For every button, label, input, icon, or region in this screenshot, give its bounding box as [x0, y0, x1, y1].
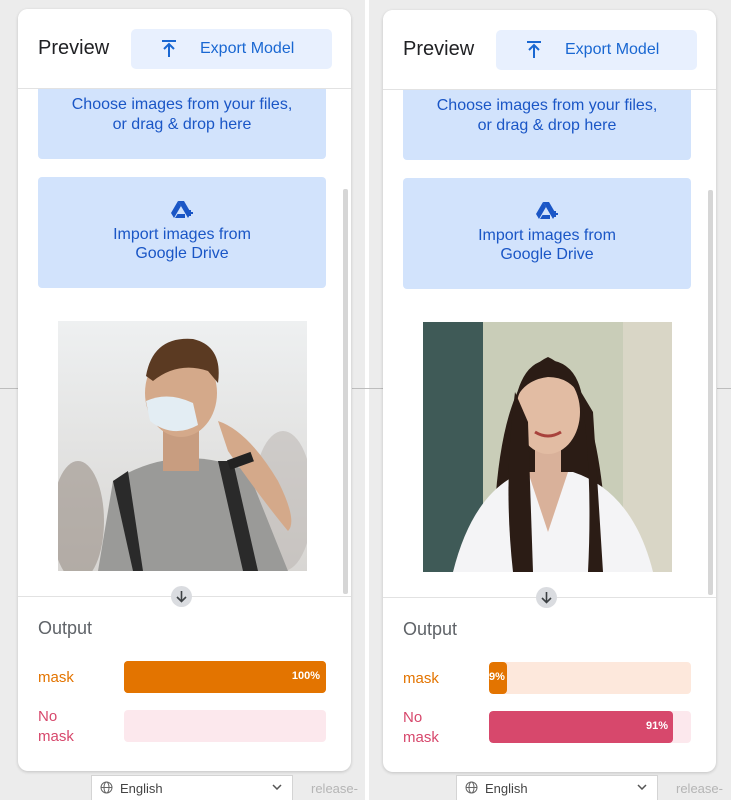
drive-text-line1: Import images from	[478, 227, 616, 244]
upload-dropzone[interactable]: Choose images from your files, or drag &…	[403, 90, 691, 160]
class-label-mask: mask	[38, 669, 74, 686]
class-label-no-mask: No mask	[38, 708, 74, 745]
upload-text-line2: or drag & drop here	[112, 116, 252, 133]
background-line-left	[0, 388, 18, 389]
preview-panel-right: Choose images from your files, or drag &…	[383, 10, 716, 772]
drive-text-line2: Google Drive	[135, 245, 229, 262]
upload-text-line1: Choose images from your files,	[436, 97, 658, 114]
panel-header: Preview Export Model	[383, 10, 716, 90]
panel-title: Preview	[38, 37, 110, 59]
class-label-no-mask: No mask	[403, 709, 439, 746]
background-line-right	[717, 388, 731, 389]
import-google-drive-button[interactable]: Import images from Google Drive	[403, 178, 691, 289]
output-title: Output	[403, 619, 458, 639]
export-model-button[interactable]: Export Model	[131, 29, 332, 69]
mask-confidence-bar: 100%	[124, 661, 326, 693]
preview-panel-left: Choose images from your files, or drag &…	[18, 9, 351, 771]
chevron-down-icon	[637, 784, 647, 790]
mask-confidence-bar: 9%	[489, 662, 691, 694]
background-line-middle	[352, 388, 384, 389]
upload-text-line2: or drag & drop here	[477, 117, 617, 134]
export-model-label: Export Model	[200, 40, 295, 57]
globe-icon	[100, 781, 113, 794]
export-model-label: Export Model	[565, 41, 660, 58]
panel-separator	[365, 0, 369, 800]
upload-text-line1: Choose images from your files,	[71, 96, 293, 113]
no-mask-confidence-bar: 91%	[489, 711, 691, 743]
google-drive-add-icon	[171, 201, 193, 218]
output-title: Output	[38, 618, 93, 638]
class-label-mask: mask	[403, 670, 439, 687]
release-label: release-	[676, 781, 723, 796]
panel-title: Preview	[403, 38, 475, 60]
language-value: English	[485, 781, 528, 796]
preview-image	[58, 321, 307, 571]
upload-arrow-icon	[527, 41, 541, 58]
no-mask-confidence-bar	[124, 710, 326, 742]
language-select[interactable]: English	[91, 775, 293, 800]
preview-image	[423, 322, 672, 572]
mask-confidence-value: 9%	[489, 671, 505, 683]
google-drive-add-icon	[536, 202, 558, 219]
scrollbar[interactable]	[708, 190, 713, 595]
language-value: English	[120, 781, 163, 796]
upload-dropzone[interactable]: Choose images from your files, or drag &…	[38, 89, 326, 159]
import-google-drive-button[interactable]: Import images from Google Drive	[38, 177, 326, 288]
mask-confidence-value: 100%	[291, 670, 320, 682]
scrollbar[interactable]	[343, 189, 348, 594]
drive-text-line1: Import images from	[113, 226, 251, 243]
panel-header: Preview Export Model	[18, 9, 351, 89]
globe-icon	[465, 781, 478, 794]
arrow-down-circle-icon[interactable]	[171, 586, 192, 607]
chevron-down-icon	[272, 784, 282, 790]
upload-arrow-icon	[162, 40, 176, 57]
no-mask-confidence-value: 91%	[645, 720, 668, 732]
arrow-down-circle-icon[interactable]	[536, 587, 557, 608]
export-model-button[interactable]: Export Model	[496, 30, 697, 70]
language-select[interactable]: English	[456, 775, 658, 800]
release-label: release-	[311, 781, 358, 796]
drive-text-line2: Google Drive	[500, 246, 594, 263]
